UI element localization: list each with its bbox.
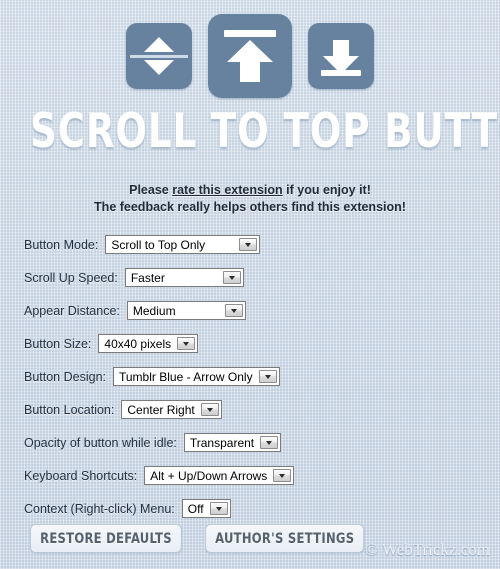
setting-row-button-location: Button Location: Center Right [24, 393, 484, 426]
divider-line [130, 54, 188, 58]
label-keyboard-shortcuts: Keyboard Shortcuts: [24, 468, 138, 483]
chevron-down-icon[interactable] [258, 370, 277, 383]
chevron-down-icon[interactable] [177, 337, 196, 350]
watermark: © WebTrickz.com [365, 540, 490, 559]
select-opacity-value: Transparent [189, 435, 255, 450]
rate-prompt-line-1: Please rate this extension if you enjoy … [0, 182, 500, 199]
action-button-row: RESTORE DEFAULTS AUTHOR'S SETTINGS [30, 524, 378, 553]
select-button-design-value: Tumblr Blue - Arrow Only [119, 369, 253, 384]
label-button-design: Button Design: [24, 369, 106, 384]
select-scroll-up-speed[interactable]: Faster [124, 268, 244, 287]
select-appear-distance[interactable]: Medium [126, 301, 246, 320]
setting-row-appear-distance: Appear Distance: Medium [24, 294, 484, 327]
rate-prompt-prefix: Please [129, 183, 173, 197]
label-button-mode: Button Mode: [24, 237, 99, 252]
page-title: SCROLL TO TOP BUTTON [30, 104, 500, 159]
options-page: SCROLL TO TOP BUTTON Please rate this ex… [0, 0, 500, 569]
setting-row-button-design: Button Design: Tumblr Blue - Arrow Only [24, 360, 484, 393]
select-scroll-up-speed-value: Faster [130, 270, 165, 285]
select-button-size-value: 40x40 pixels [104, 336, 172, 351]
chevron-down-icon[interactable] [260, 436, 279, 449]
chevron-down-icon[interactable] [222, 271, 241, 284]
setting-row-opacity: Opacity of button while idle: Transparen… [24, 426, 484, 459]
rate-prompt: Please rate this extension if you enjoy … [0, 182, 500, 216]
select-keyboard-shortcuts-value: Alt + Up/Down Arrows [150, 468, 268, 483]
label-context-menu: Context (Right-click) Menu: [24, 501, 175, 516]
rate-extension-link[interactable]: rate this extension [172, 183, 282, 197]
rate-prompt-suffix: if you enjoy it! [282, 183, 371, 197]
settings-form: Button Mode: Scroll to Top Only Scroll U… [24, 228, 484, 525]
setting-row-scroll-up-speed: Scroll Up Speed: Faster [24, 261, 484, 294]
select-button-design[interactable]: Tumblr Blue - Arrow Only [113, 367, 280, 386]
select-appear-distance-value: Medium [132, 303, 176, 318]
setting-row-button-mode: Button Mode: Scroll to Top Only [24, 228, 484, 261]
chevron-down-icon[interactable] [224, 304, 243, 317]
setting-row-context-menu: Context (Right-click) Menu: Off [24, 492, 484, 525]
top-bar-shape [224, 30, 276, 37]
scroll-to-top-icon [208, 14, 292, 98]
arrow-up-shape [227, 40, 273, 82]
header-icon-row [0, 8, 500, 104]
arrow-down-shape [323, 40, 359, 74]
bottom-bar-shape [321, 70, 361, 76]
select-context-menu[interactable]: Off [181, 499, 231, 518]
chevron-down-icon[interactable] [200, 403, 219, 416]
select-context-menu-value: Off [187, 501, 204, 516]
triangle-down-shape [144, 60, 174, 75]
label-appear-distance: Appear Distance: [24, 303, 120, 318]
authors-settings-button[interactable]: AUTHOR'S SETTINGS [205, 524, 365, 553]
setting-row-keyboard-shortcuts: Keyboard Shortcuts: Alt + Up/Down Arrows [24, 459, 484, 492]
select-button-location[interactable]: Center Right [121, 400, 222, 419]
restore-defaults-button[interactable]: RESTORE DEFAULTS [30, 524, 182, 553]
select-button-mode[interactable]: Scroll to Top Only [105, 235, 261, 254]
setting-row-button-size: Button Size: 40x40 pixels [24, 327, 484, 360]
label-button-location: Button Location: [24, 402, 115, 417]
scroll-both-icon [126, 23, 192, 89]
chevron-down-icon[interactable] [239, 238, 258, 251]
select-keyboard-shortcuts[interactable]: Alt + Up/Down Arrows [144, 466, 295, 485]
select-opacity[interactable]: Transparent [183, 433, 282, 452]
chevron-down-icon[interactable] [273, 469, 292, 482]
rate-prompt-line-2: The feedback really helps others find th… [94, 200, 406, 214]
label-button-size: Button Size: [24, 336, 92, 351]
label-scroll-up-speed: Scroll Up Speed: [24, 270, 118, 285]
chevron-down-icon[interactable] [209, 502, 228, 515]
select-button-size[interactable]: 40x40 pixels [98, 334, 199, 353]
label-opacity: Opacity of button while idle: [24, 435, 177, 450]
select-button-mode-value: Scroll to Top Only [111, 237, 206, 252]
select-button-location-value: Center Right [127, 402, 195, 417]
triangle-up-shape [144, 37, 174, 52]
scroll-to-bottom-icon [308, 23, 374, 89]
